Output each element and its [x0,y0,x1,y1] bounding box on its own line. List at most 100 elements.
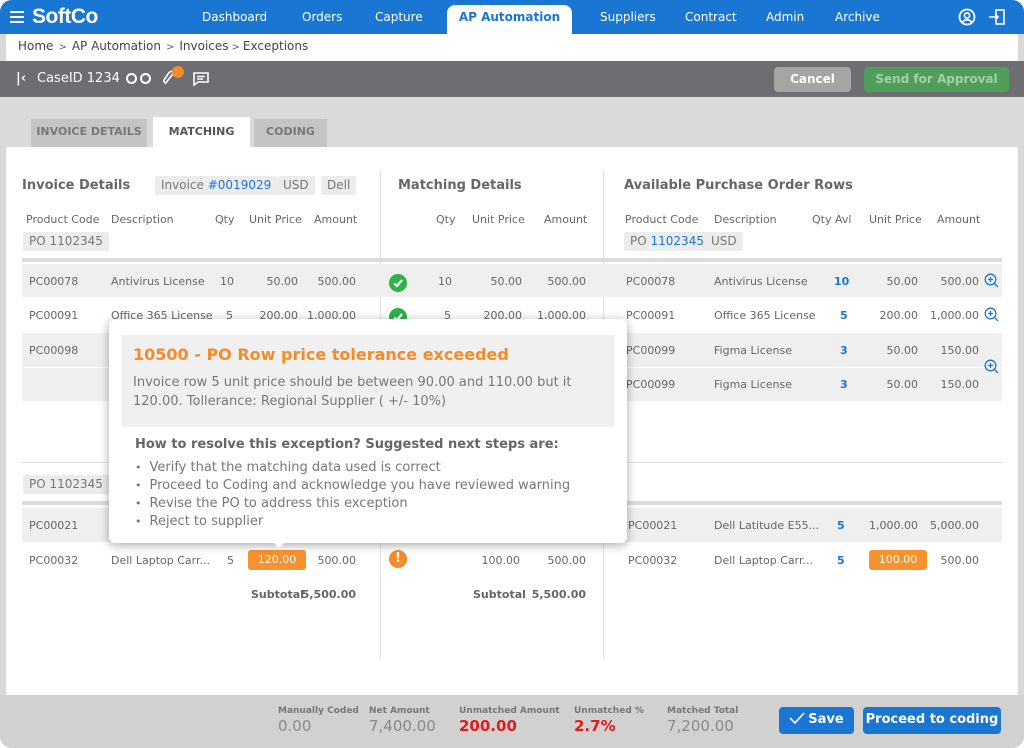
breadcrumb-ap-automation[interactable]: AP Automation [72,39,161,53]
unit-price: 50.00 [490,275,523,288]
exception-unit-price[interactable]: 120.00 [248,550,306,570]
nav-dashboard[interactable]: Dashboard [202,0,267,34]
breadcrumb-home[interactable]: Home [18,39,53,53]
qty-available[interactable]: 10 [834,275,849,288]
amount: 1,000.00 [930,309,979,322]
exception-title: 10500 - PO Row price tolerance exceeded [133,345,509,364]
menu-icon[interactable] [10,11,24,23]
subtotal-value: 5,500.00 [301,588,356,601]
logo[interactable]: SoftCo [10,5,98,29]
nav-contract[interactable]: Contract [685,0,737,34]
product-code: PC00091 [29,309,79,322]
resolve-steps: Verify that the matching data used is co… [135,459,571,531]
description: Dell Laptop Carr... [714,554,813,567]
qty: 10 [220,275,234,288]
exception-unit-price[interactable]: 100.00 [869,550,927,570]
product-code: PC00091 [626,309,676,322]
unit-price: 200.00 [879,309,919,322]
logo-text: SoftCo [32,5,98,28]
qty-available[interactable]: 5 [837,519,845,532]
nav-orders[interactable]: Orders [302,0,342,34]
qty-available[interactable]: 3 [840,378,848,391]
po-chip: PO 1102345 [23,232,109,251]
previous-case-icon[interactable] [126,73,137,84]
comment-icon[interactable] [192,71,210,87]
amount: 150.00 [940,344,980,357]
exception-warning-icon[interactable]: ! [389,550,407,568]
nav-admin[interactable]: Admin [766,0,804,34]
zoom-in-icon[interactable] [984,273,999,288]
col-amount: Amount [937,213,981,226]
cancel-button[interactable]: Cancel [774,67,851,92]
stat-net-amount-value: 7,400.00 [369,717,436,735]
nav-ap-automation[interactable]: AP Automation [447,5,572,34]
invoice-number-link[interactable]: #0019029 [208,178,272,192]
col-unit-price: Unit Price [472,213,525,226]
logout-icon[interactable] [988,8,1006,26]
qty-available[interactable]: 5 [837,554,845,567]
resolve-step: Verify that the matching data used is co… [135,459,570,477]
resolve-heading: How to resolve this exception? Suggested… [135,437,559,452]
currency-chip: USD [277,176,315,195]
stat-matched-total-label: Matched Total [667,706,739,716]
col-description: Description [111,213,174,226]
nav-archive[interactable]: Archive [835,0,880,34]
send-for-approval-button[interactable]: Send for Approval [864,67,1009,92]
back-to-first-icon[interactable]: |‹ [16,71,26,86]
amount: 150.00 [940,378,980,391]
col-unit-price: Unit Price [249,213,302,226]
stat-unmatched-percent-value: 2.7% [574,717,616,735]
subtotal-label: Subtotal [251,588,304,601]
stat-matched-total-value: 7,200.00 [667,717,734,735]
po-number-link[interactable]: 1102345 [651,234,704,248]
tab-coding[interactable]: CODING [254,119,327,147]
product-code: PC00098 [29,344,79,357]
product-code: PC00078 [626,275,676,288]
next-case-icon[interactable] [140,73,151,84]
product-code: PC00021 [29,519,79,532]
col-amount: Amount [314,213,358,226]
col-amount: Amount [544,213,588,226]
invoice-number-chip[interactable]: Invoice #0019029 [155,176,278,195]
nav-capture[interactable]: Capture [375,0,423,34]
breadcrumb-exceptions: Exceptions [242,39,309,53]
proceed-to-coding-button[interactable]: Proceed to coding [863,707,1001,734]
unit-price: 100.00 [481,554,521,567]
invoice-details-title: Invoice Details [22,178,131,193]
qty-available[interactable]: 5 [840,309,848,322]
save-button[interactable]: Save [779,707,854,734]
zoom-in-icon[interactable] [984,307,999,322]
description: Figma License [714,344,792,357]
col-description: Description [714,213,777,226]
user-icon[interactable] [958,8,976,26]
amount: 500.00 [317,554,357,567]
tab-matching[interactable]: MATCHING [153,117,250,147]
table-divider [22,258,1002,262]
col-qty-avl: Qty Avl [812,213,852,226]
subtotal-label: Subtotal [473,588,526,601]
unit-price: 1,000.00 [869,519,918,532]
description: Dell Latitude E55... [714,519,820,532]
col-qty: Qty [436,213,456,226]
qty: 5 [227,554,234,567]
unit-price: 50.00 [886,378,919,391]
description: Dell Laptop Carr... [111,554,210,567]
product-code: PC00032 [29,554,79,567]
supplier-chip: Dell [321,176,357,195]
stat-unmatched-amount-label: Unmatched Amount [459,706,560,716]
breadcrumb-invoices[interactable]: Invoices [179,39,228,53]
description: Office 365 License [714,309,816,322]
unit-price: 50.00 [886,275,919,288]
unit-price: 50.00 [266,275,299,288]
product-code: PC00099 [626,344,676,357]
check-icon [789,712,805,725]
nav-suppliers[interactable]: Suppliers [600,0,656,34]
qty-available[interactable]: 3 [840,344,848,357]
po-chip: PO 1102345 [624,232,710,251]
product-code: PC00078 [29,275,79,288]
description: Figma License [714,378,792,391]
tab-invoice-details[interactable]: INVOICE DETAILS [31,119,147,147]
zoom-in-icon[interactable] [984,359,999,374]
po-chip: PO 1102345 [23,475,109,494]
subtotal-value: 5,500.00 [531,588,586,601]
